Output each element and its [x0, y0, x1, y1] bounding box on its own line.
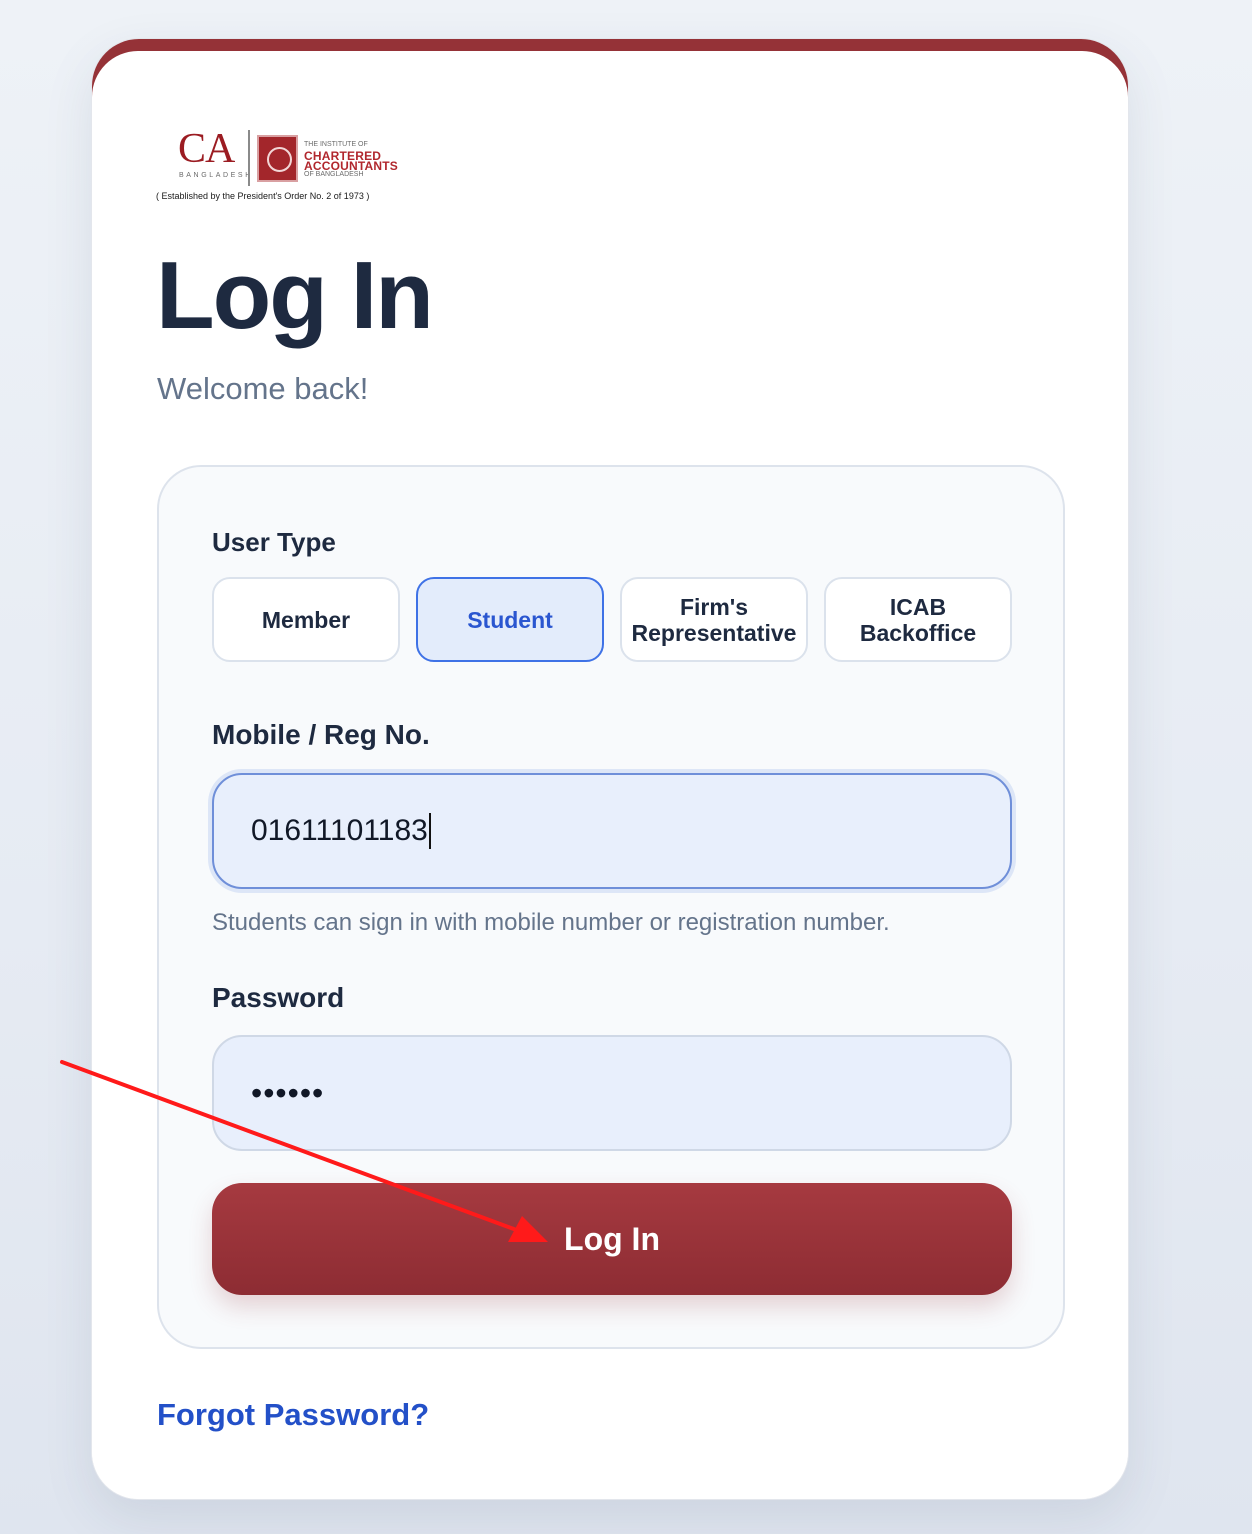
page-title: Log In — [156, 242, 434, 349]
mobile-reg-input[interactable]: 01611101183 — [212, 773, 1012, 889]
icab-logo: CA BANGLADESH THE INSTITUTE OF CHARTERED… — [156, 123, 416, 205]
logo-divider — [248, 130, 250, 186]
mobile-reg-hint: Students can sign in with mobile number … — [212, 909, 890, 936]
user-type-selector: Member Student Firm's Representative ICA… — [212, 577, 1012, 663]
user-type-icab-backoffice-button[interactable]: ICAB Backoffice — [824, 577, 1012, 662]
user-type-member-button[interactable]: Member — [212, 577, 400, 662]
page-subtitle: Welcome back! — [157, 371, 369, 406]
logo-country: BANGLADESH — [179, 172, 253, 179]
user-type-label: User Type — [212, 527, 336, 557]
forgot-password-link[interactable]: Forgot Password? — [157, 1397, 429, 1433]
password-input[interactable]: •••••• — [212, 1035, 1012, 1151]
mobile-reg-label: Mobile / Reg No. — [212, 719, 430, 750]
seal-icon — [257, 135, 298, 182]
login-card: CA BANGLADESH THE INSTITUTE OF CHARTERED… — [91, 38, 1129, 1500]
logo-institute-line4: OF BANGLADESH — [304, 171, 364, 178]
logo-established-text: ( Established by the President's Order N… — [156, 191, 370, 201]
login-submit-button[interactable]: Log In — [212, 1183, 1012, 1295]
mobile-reg-value: 01611101183 — [251, 814, 428, 847]
user-type-firm-representative-button[interactable]: Firm's Representative — [620, 577, 808, 662]
card-body: CA BANGLADESH THE INSTITUTE OF CHARTERED… — [92, 51, 1128, 1499]
logo-institute-line1: THE INSTITUTE OF — [304, 141, 368, 148]
text-caret — [428, 813, 431, 849]
password-label: Password — [212, 982, 345, 1013]
logo-ca-mark: CA — [178, 126, 235, 172]
user-type-student-button[interactable]: Student — [416, 577, 604, 662]
login-form-panel: User Type Member Student Firm's Represen… — [157, 465, 1065, 1349]
